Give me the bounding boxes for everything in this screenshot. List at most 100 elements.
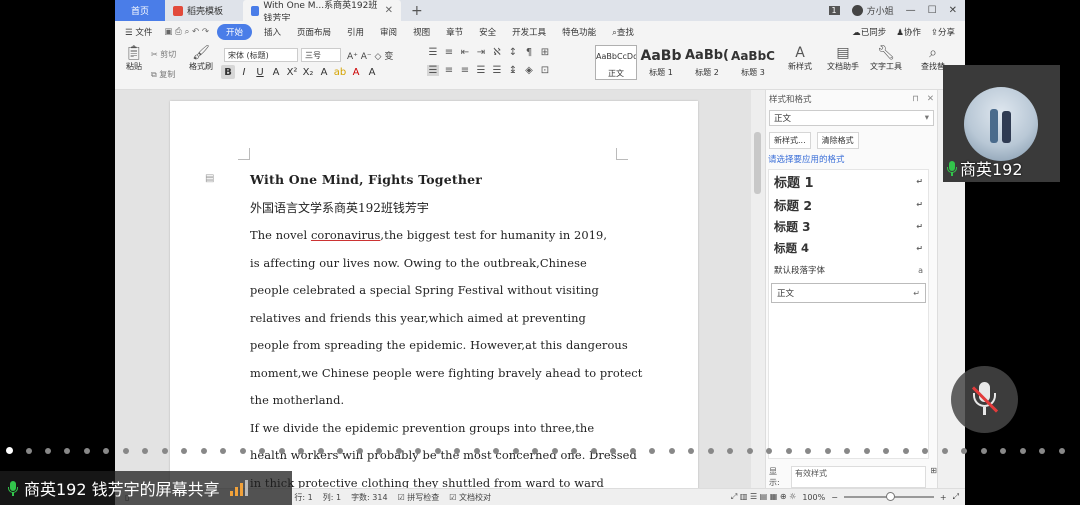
page-dot[interactable]: [220, 448, 226, 454]
clear-format-button[interactable]: 清除格式: [816, 132, 859, 149]
page-dot[interactable]: [493, 448, 499, 454]
page-dot[interactable]: [26, 448, 32, 454]
page-dot[interactable]: [415, 448, 421, 454]
strikethrough-icon[interactable]: A: [269, 65, 283, 79]
table-icon[interactable]: ⊞: [539, 47, 551, 58]
cut-button[interactable]: ✂ 剪切: [151, 49, 176, 60]
page-dot[interactable]: [883, 448, 889, 454]
increase-indent-icon[interactable]: ⇥: [475, 47, 487, 58]
page-dot[interactable]: [825, 448, 831, 454]
text-effect-icon[interactable]: A: [317, 65, 331, 79]
underline-icon[interactable]: U: [253, 65, 267, 79]
window-close-icon[interactable]: ✕: [949, 5, 957, 16]
align-right-icon[interactable]: ≡: [459, 65, 471, 76]
style-list-normal[interactable]: 正文 ↵: [771, 283, 926, 303]
zoom-in-icon[interactable]: +: [940, 493, 947, 502]
font-size-select[interactable]: 三号: [301, 48, 341, 62]
page-dot[interactable]: [591, 448, 597, 454]
menu-search[interactable]: ⌕查找: [604, 26, 642, 38]
workspace-badge[interactable]: 1: [828, 6, 840, 15]
page-dot[interactable]: [64, 448, 70, 454]
page-dot[interactable]: [513, 448, 519, 454]
line-spacing-icon[interactable]: ↨: [507, 65, 519, 76]
menu-page-layout[interactable]: 页面布局: [289, 26, 339, 38]
style-heading-3[interactable]: AaBbC 标题 3: [731, 45, 775, 80]
page-dot[interactable]: [298, 448, 304, 454]
font-color-icon[interactable]: A: [349, 65, 363, 79]
page-dot[interactable]: [1039, 448, 1045, 454]
grid-icon[interactable]: ⊞: [930, 466, 937, 488]
page-dot[interactable]: [747, 448, 753, 454]
style-heading-2[interactable]: AaBb( 标题 2: [685, 45, 729, 80]
page-dot[interactable]: [142, 448, 148, 454]
page-dot[interactable]: [532, 448, 538, 454]
menu-features[interactable]: 特色功能: [554, 26, 604, 38]
page-dot[interactable]: [766, 448, 772, 454]
sort-icon[interactable]: ↕: [507, 47, 519, 58]
zoom-out-icon[interactable]: −: [831, 493, 838, 502]
shading-icon[interactable]: ◈: [523, 65, 535, 76]
show-filter-select[interactable]: 有效样式: [791, 466, 927, 488]
text-tools-button[interactable]: 🔧︎ 文字工具: [867, 45, 905, 72]
paragraph-handle-icon[interactable]: ▤: [205, 173, 214, 184]
page-dot[interactable]: [376, 448, 382, 454]
page-dot[interactable]: [630, 448, 636, 454]
chinese-layout-icon[interactable]: ℵ: [491, 47, 503, 58]
new-tab-button[interactable]: +: [401, 0, 433, 21]
page-dot[interactable]: [649, 448, 655, 454]
menu-security[interactable]: 安全: [471, 26, 504, 38]
highlight-icon[interactable]: ab: [333, 65, 347, 79]
style-list-default-font[interactable]: 默认段落字体 a: [769, 259, 928, 281]
fullscreen-icon[interactable]: ⤢: [953, 492, 959, 502]
status-word-count[interactable]: 字数: 314: [346, 492, 393, 503]
sync-status[interactable]: ☁已同步: [852, 26, 886, 38]
page-dot[interactable]: [435, 448, 441, 454]
page-dot[interactable]: [474, 448, 480, 454]
font-family-select[interactable]: 宋体 (标题): [224, 48, 298, 62]
page-dot[interactable]: [396, 448, 402, 454]
spell-check-button[interactable]: ☑ 拼写检查: [393, 492, 445, 503]
font-grow-shrink-icons[interactable]: A⁺ A⁻ ◇ 变: [347, 49, 393, 62]
page-dot[interactable]: [786, 448, 792, 454]
page-dot[interactable]: [981, 448, 987, 454]
proofread-button[interactable]: ☑ 文档校对: [444, 492, 496, 503]
menu-developer[interactable]: 开发工具: [504, 26, 554, 38]
page-dot[interactable]: [610, 448, 616, 454]
minimize-icon[interactable]: —: [906, 5, 916, 16]
page-dot[interactable]: [922, 448, 928, 454]
page-dot[interactable]: [279, 448, 285, 454]
page-dot[interactable]: [201, 448, 207, 454]
participant-video-tile[interactable]: 商英192: [943, 65, 1060, 182]
page-dot[interactable]: [903, 448, 909, 454]
page-dot[interactable]: [708, 448, 714, 454]
menu-insert[interactable]: 插入: [256, 26, 289, 38]
italic-icon[interactable]: I: [237, 65, 251, 79]
subscript-icon[interactable]: X₂: [301, 65, 315, 79]
align-left-icon[interactable]: ☰: [427, 65, 439, 76]
maximize-icon[interactable]: ☐: [928, 5, 937, 16]
page-dot[interactable]: [961, 448, 967, 454]
decrease-indent-icon[interactable]: ⇤: [459, 47, 471, 58]
current-style-select[interactable]: 正文 ▾: [769, 110, 934, 126]
page-dot[interactable]: [84, 448, 90, 454]
char-shading-icon[interactable]: A: [365, 65, 379, 79]
menu-review[interactable]: 审阅: [372, 26, 405, 38]
page-dot[interactable]: [864, 448, 870, 454]
pin-icon[interactable]: ⊓: [912, 94, 919, 104]
numbered-list-icon[interactable]: ≡: [443, 47, 455, 58]
page-dot[interactable]: [454, 448, 460, 454]
style-normal[interactable]: AaBbCcDd 正文: [595, 45, 637, 80]
show-marks-icon[interactable]: ¶: [523, 47, 535, 58]
menu-start[interactable]: 开始: [216, 24, 252, 40]
document-body[interactable]: With One Mind, Fights Together 外国语言文学系商英…: [250, 169, 642, 493]
format-painter-button[interactable]: 🖌︎ 格式刷: [187, 45, 215, 72]
zoom-slider-knob[interactable]: [885, 492, 895, 501]
view-mode-icons[interactable]: ⤢ ▥ ☰ ▤ ▦ ⊕ ☼: [731, 492, 796, 502]
page-dot[interactable]: [844, 448, 850, 454]
menu-file[interactable]: ☰ 文件: [115, 26, 160, 38]
bullet-list-icon[interactable]: ☰: [427, 47, 439, 58]
page-dot-active[interactable]: [6, 447, 13, 454]
page-dot[interactable]: [337, 448, 343, 454]
page-dot[interactable]: [727, 448, 733, 454]
style-list-heading-1[interactable]: 标题 1 ↵: [769, 170, 928, 193]
